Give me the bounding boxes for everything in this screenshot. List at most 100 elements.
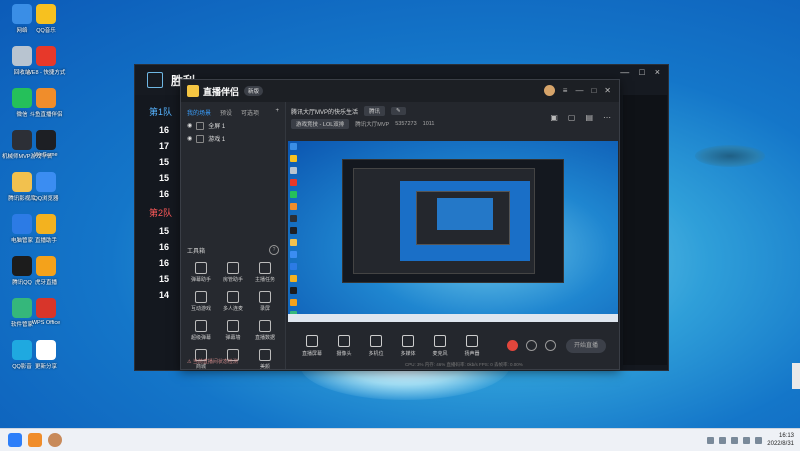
- tool-item[interactable]: 美颜: [249, 349, 281, 370]
- maximize-icon[interactable]: □: [591, 86, 596, 95]
- share-icon[interactable]: ⋯: [603, 113, 611, 122]
- tool-item[interactable]: 录屏: [249, 291, 281, 312]
- help-icon[interactable]: ?: [269, 245, 279, 255]
- tool-item[interactable]: 互动游戏: [185, 291, 217, 312]
- desktop-shortcut[interactable]: 更新分享: [26, 340, 66, 370]
- viewer-count: 1011: [422, 121, 435, 127]
- scene-item[interactable]: ◉ 全屏 1: [181, 117, 285, 130]
- stream-preview[interactable]: [288, 141, 618, 322]
- scroll-handle[interactable]: [792, 363, 800, 389]
- camera-button[interactable]: 摄像头: [329, 334, 359, 357]
- maximize-icon[interactable]: □: [639, 67, 644, 77]
- screen-capture-icon: [306, 334, 318, 347]
- camera-icon: [338, 334, 350, 347]
- clock[interactable]: 16:13 2022/8/31: [767, 432, 794, 448]
- gift-icon[interactable]: ▢: [568, 113, 576, 122]
- scene-label: 全屏 1: [208, 124, 226, 130]
- tool-icon: [259, 320, 271, 332]
- preview-icon: [290, 287, 297, 294]
- preview-icon: [290, 191, 297, 198]
- desktop-shortcut[interactable]: QQ音乐: [26, 4, 66, 34]
- chevron-up-icon[interactable]: [707, 436, 715, 444]
- toolbar-label: 多媒体: [400, 350, 416, 357]
- taskbar-app-icon[interactable]: [48, 433, 62, 447]
- pause-icon[interactable]: [526, 340, 537, 351]
- preview-icon: [290, 299, 297, 306]
- edit-title-field[interactable]: ✎: [391, 107, 406, 115]
- minimize-icon[interactable]: —: [620, 67, 629, 77]
- preview-desktop-icons: [290, 143, 300, 322]
- shortcut-label: 斗鱼直播伴侣: [29, 112, 63, 118]
- tool-item[interactable]: 弹幕助手: [185, 262, 217, 283]
- minimize-icon[interactable]: —: [575, 86, 583, 95]
- screen-capture-button[interactable]: 直播屏幕: [297, 334, 327, 357]
- tab-presets[interactable]: 预设: [220, 108, 232, 117]
- system-tray: 16:13 2022/8/31: [707, 432, 794, 448]
- menu-icon[interactable]: ≡: [563, 86, 568, 95]
- tool-icon: [227, 262, 239, 274]
- tool-item[interactable]: 超级弹幕: [185, 320, 217, 341]
- desktop-shortcut[interactable]: WPS Office: [26, 298, 66, 326]
- monitor-icon: [196, 121, 205, 130]
- desktop-shortcut[interactable]: 斗鱼直播伴侣: [26, 88, 66, 118]
- wallpaper-island-small: [695, 145, 765, 167]
- input-method-icon[interactable]: [755, 436, 763, 444]
- version-badge[interactable]: 新版: [244, 86, 264, 96]
- media-button[interactable]: 多媒体: [393, 334, 423, 357]
- tool-item[interactable]: 房管助手: [217, 262, 249, 283]
- cloud-icon[interactable]: [719, 436, 727, 444]
- taskbar: 16:13 2022/8/31: [0, 428, 800, 451]
- tool-icon: [259, 349, 271, 361]
- close-icon[interactable]: ✕: [604, 86, 611, 95]
- tool-item[interactable]: 直播数据: [249, 320, 281, 341]
- bag-icon[interactable]: ▤: [585, 113, 593, 122]
- stream-app-window[interactable]: 直播伴侣 新版 ≡ — □ ✕ 我的场景 预设 可选项 + ◉ 全屏 1 ◉ 游…: [180, 79, 620, 370]
- save-icon[interactable]: ▣: [550, 113, 558, 122]
- media-icon: [402, 334, 414, 347]
- taskbar-app-icon[interactable]: [28, 433, 42, 447]
- close-icon[interactable]: ×: [655, 67, 660, 77]
- multi-camera-button[interactable]: 多机位: [361, 334, 391, 357]
- network-icon[interactable]: [731, 436, 739, 444]
- tool-icon: [195, 262, 207, 274]
- desktop-shortcut[interactable]: 直播助手: [26, 214, 66, 244]
- microphone-button[interactable]: 麦克风: [425, 334, 455, 357]
- tool-item[interactable]: 主播任务: [249, 262, 281, 283]
- brand-logo-icon: [187, 85, 199, 97]
- add-icon[interactable]: +: [275, 108, 279, 117]
- preview-stream-window: [353, 168, 535, 274]
- desktop-shortcut[interactable]: WeGame: [26, 130, 66, 158]
- eye-icon[interactable]: ◉: [187, 135, 192, 142]
- desktop-shortcut[interactable]: WE8 - 快捷方式: [26, 46, 66, 76]
- category-badge[interactable]: 游戏竞技 - LOL双排: [291, 119, 350, 129]
- speaker-icon[interactable]: [743, 436, 751, 444]
- eye-icon[interactable]: ◉: [187, 122, 192, 129]
- room-tag[interactable]: 腾讯: [364, 106, 386, 116]
- toolbox-title: 工具箱: [187, 249, 206, 255]
- scene-item[interactable]: ◉ 游戏 1: [181, 130, 285, 143]
- tab-my-scenes[interactable]: 我的场景: [187, 108, 211, 117]
- gear-icon[interactable]: [545, 340, 556, 351]
- start-button[interactable]: [8, 433, 22, 447]
- qq-music-icon: [36, 4, 56, 24]
- stream-header[interactable]: 直播伴侣 新版 ≡ — □ ✕: [181, 80, 619, 102]
- header-actions: ≡ — □ ✕: [543, 85, 611, 96]
- avatar[interactable]: [543, 85, 555, 96]
- desktop-shortcut[interactable]: QQ浏览器: [26, 172, 66, 202]
- preview-icon: [290, 275, 297, 282]
- desktop-shortcut[interactable]: 虎牙直播: [26, 256, 66, 286]
- speaker-button[interactable]: 扬声器: [457, 334, 487, 357]
- status-notice[interactable]: ⚠ 当前直播间状态检测: [187, 358, 238, 365]
- room-id: 5357273: [395, 121, 417, 127]
- toolbar-label: 直播屏幕: [301, 350, 322, 357]
- record-icon[interactable]: [507, 340, 518, 351]
- tool-item[interactable]: 多人连麦: [217, 291, 249, 312]
- microphone-icon: [434, 334, 446, 347]
- tab-options[interactable]: 可选项: [241, 108, 259, 117]
- go-live-button[interactable]: 开始直播: [566, 338, 606, 353]
- clock-date: 2022/8/31: [767, 441, 794, 447]
- tool-label: 美颜: [259, 364, 270, 370]
- tool-item[interactable]: 弹幕墙: [217, 320, 249, 341]
- clock-time: 16:13: [778, 433, 794, 439]
- scene-label: 游戏 1: [208, 137, 226, 143]
